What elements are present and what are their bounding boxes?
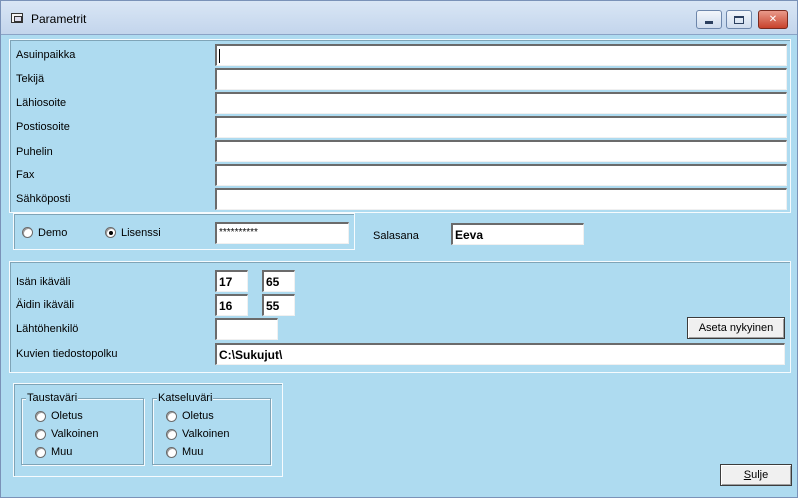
street-address-label: Lähiosoite xyxy=(16,97,67,109)
license-radio[interactable] xyxy=(105,227,116,238)
father-min-age-input[interactable]: 17 xyxy=(215,270,248,292)
fax-label: Fax xyxy=(16,169,35,181)
password-input[interactable]: Eeva xyxy=(451,223,584,245)
close-button-label: ulje xyxy=(751,469,769,481)
author-label: Tekijä xyxy=(16,73,45,85)
title-bar[interactable]: Parametrit ✕ xyxy=(1,1,797,35)
images-path-input[interactable]: C:\Sukujut\ xyxy=(215,343,785,365)
viewer-default-radio[interactable] xyxy=(166,411,177,422)
background-other-label: Muu xyxy=(51,446,73,458)
parameters-window: Parametrit ✕ Asuinpaikka Tekijä Lähiosoi… xyxy=(0,0,798,498)
background-color-legend: Taustaväri xyxy=(26,392,79,404)
background-default-label: Oletus xyxy=(51,410,83,422)
set-current-button[interactable]: Aseta nykyinen xyxy=(687,317,785,339)
close-button-mnemonic: S xyxy=(743,469,752,481)
email-input[interactable] xyxy=(215,188,787,210)
phone-input[interactable] xyxy=(215,140,787,162)
close-icon: ✕ xyxy=(768,14,778,25)
viewer-other-label: Muu xyxy=(182,446,204,458)
viewer-white-label: Valkoinen xyxy=(182,428,230,440)
start-person-input[interactable] xyxy=(215,318,278,340)
password-label: Salasana xyxy=(373,230,419,242)
maximize-icon xyxy=(734,15,744,24)
postal-address-label: Postiosoite xyxy=(16,121,70,133)
viewer-default-label: Oletus xyxy=(182,410,214,422)
viewer-other-radio[interactable] xyxy=(166,447,177,458)
residence-input[interactable] xyxy=(215,44,787,66)
author-input[interactable] xyxy=(215,68,787,90)
window-title: Parametrit xyxy=(31,12,87,26)
viewer-white-radio[interactable] xyxy=(166,429,177,440)
app-window-icon xyxy=(11,13,23,23)
background-default-radio[interactable] xyxy=(35,411,46,422)
father-max-age-input[interactable]: 65 xyxy=(262,270,295,292)
minimize-button[interactable] xyxy=(696,10,722,29)
start-person-label: Lähtöhenkilö xyxy=(16,323,79,335)
close-window-button[interactable]: ✕ xyxy=(758,10,788,29)
license-label: Lisenssi xyxy=(121,227,161,239)
residence-label: Asuinpaikka xyxy=(16,49,76,61)
father-age-label: Isän ikäväli xyxy=(16,276,71,288)
minimize-icon xyxy=(705,21,713,24)
maximize-button[interactable] xyxy=(726,10,752,29)
demo-label: Demo xyxy=(38,227,68,239)
street-address-input[interactable] xyxy=(215,92,787,114)
mother-age-label: Äidin ikäväli xyxy=(16,299,75,311)
mother-max-age-input[interactable]: 55 xyxy=(262,294,295,316)
images-path-label: Kuvien tiedostopolku xyxy=(16,348,118,360)
fax-input[interactable] xyxy=(215,164,787,186)
text-caret xyxy=(219,49,220,63)
background-white-label: Valkoinen xyxy=(51,428,99,440)
postal-address-input[interactable] xyxy=(215,116,787,138)
mother-min-age-input[interactable]: 16 xyxy=(215,294,248,316)
email-label: Sähköposti xyxy=(16,193,71,205)
viewer-color-legend: Katseluväri xyxy=(157,392,214,404)
demo-radio[interactable] xyxy=(22,227,33,238)
phone-label: Puhelin xyxy=(16,146,53,158)
close-button[interactable]: Sulje xyxy=(720,464,792,486)
background-white-radio[interactable] xyxy=(35,429,46,440)
license-key-input[interactable]: ********** xyxy=(215,222,349,244)
background-other-radio[interactable] xyxy=(35,447,46,458)
